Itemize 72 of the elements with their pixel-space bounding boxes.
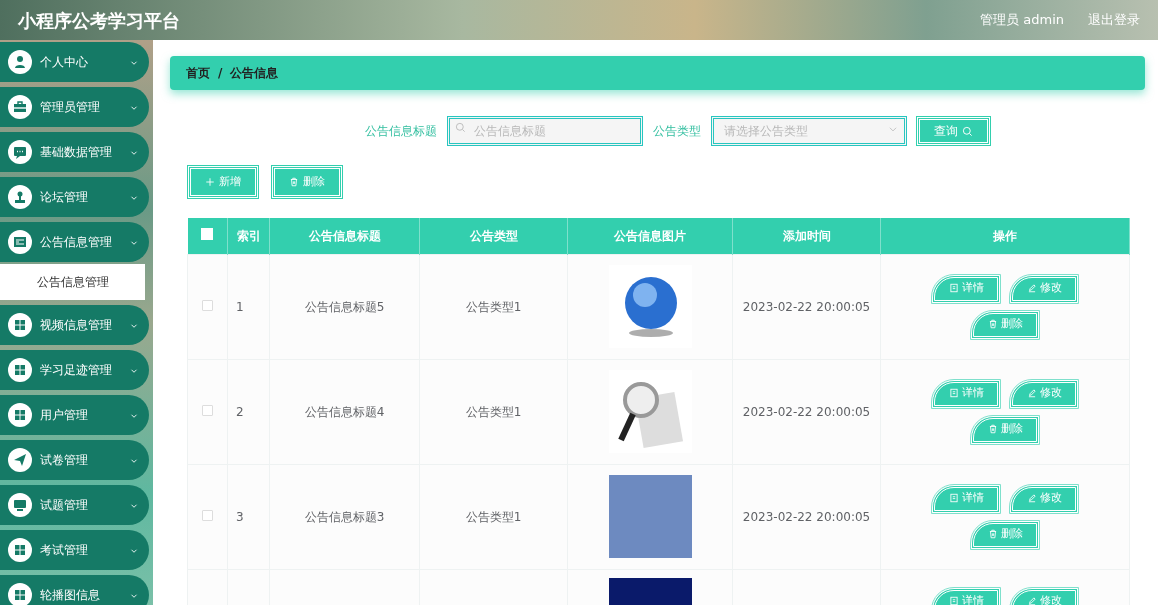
sidebar-item[interactable]: 基础数据管理 <box>0 132 149 172</box>
table-cell: 公告类型1 <box>465 299 522 314</box>
document-icon <box>948 596 959 605</box>
grid-icon <box>12 362 28 378</box>
table-cell: 2023-02-22 20:00:05 <box>742 299 871 314</box>
select-all-checkbox[interactable] <box>201 227 214 240</box>
app-title: 小程序公考学习平台 <box>18 8 180 33</box>
grid-icon <box>12 407 28 423</box>
sidebar-item[interactable]: 考试管理 <box>0 530 149 570</box>
column-header: 公告信息图片 <box>567 218 733 254</box>
document-icon <box>948 283 959 294</box>
sidebar-item[interactable]: 用户管理 <box>0 395 149 435</box>
sidebar-item[interactable]: 管理员管理 <box>0 87 149 127</box>
sidebar-item[interactable]: 试卷管理 <box>0 440 149 480</box>
sidebar-item[interactable]: 学习足迹管理 <box>0 350 149 390</box>
sidebar-item[interactable]: 轮播图信息 <box>0 575 149 605</box>
column-header: 索引 <box>227 218 270 254</box>
table-cell: 公告类型1 <box>465 404 522 419</box>
trash-icon <box>987 529 998 540</box>
trash-icon <box>289 176 299 187</box>
grid-icon <box>12 587 28 603</box>
sidebar-item[interactable]: 个人中心 <box>0 42 149 82</box>
sidebar-item[interactable]: 试题管理 <box>0 485 149 525</box>
trash-icon <box>987 424 998 435</box>
sidebar-item[interactable]: 视频信息管理 <box>0 305 149 345</box>
search-icon <box>455 122 466 133</box>
row-checkbox[interactable] <box>202 404 213 416</box>
briefcase-icon <box>12 99 28 115</box>
table-cell: 公告信息标题3 <box>304 509 385 524</box>
chat-icon <box>12 144 28 160</box>
monitor-icon <box>12 497 28 513</box>
table-cell: 公告类型1 <box>465 509 522 524</box>
pencil-icon <box>1026 283 1037 294</box>
pencil-icon <box>1026 493 1037 504</box>
sidebar-item[interactable]: 公告信息管理 <box>0 222 149 262</box>
column-header: 公告类型 <box>419 218 568 254</box>
document-icon <box>948 388 959 399</box>
pencil-icon <box>1026 596 1037 605</box>
breadcrumb-separator: / <box>218 65 223 82</box>
document-icon <box>948 493 959 504</box>
field-label: 公告类型 <box>653 123 701 140</box>
table-cell: 公告信息标题5 <box>304 299 385 314</box>
stamp-icon <box>12 189 28 205</box>
row-checkbox[interactable] <box>202 299 213 311</box>
column-header: 添加时间 <box>732 218 881 254</box>
table-cell: 2023-02-22 20:00:05 <box>742 509 871 524</box>
table-cell: 公告信息标题4 <box>304 404 385 419</box>
paper-plane-icon <box>12 452 28 468</box>
breadcrumb-item[interactable]: 公告信息 <box>230 64 279 82</box>
list-icon <box>12 234 28 250</box>
breadcrumb-item[interactable]: 首页 <box>186 64 210 82</box>
grid-icon <box>12 542 28 558</box>
plus-icon <box>205 176 215 187</box>
sidebar-item[interactable]: 论坛管理 <box>0 177 149 217</box>
user-label: 管理员 admin <box>980 11 1064 30</box>
table-cell: 2 <box>236 404 244 419</box>
row-checkbox[interactable] <box>202 509 213 521</box>
trash-icon <box>987 319 998 330</box>
type-select[interactable]: 请选择公告类型 <box>711 116 907 146</box>
table-cell: 2023-02-22 20:00:05 <box>742 404 871 419</box>
search-field[interactable]: 公告信息标题 <box>447 116 643 146</box>
pencil-icon <box>1026 388 1037 399</box>
field-label: 公告信息标题 <box>365 123 437 140</box>
table-cell: 3 <box>236 509 244 524</box>
submenu-item[interactable]: 公告信息管理 <box>0 264 145 300</box>
column-header: 公告信息标题 <box>269 218 420 254</box>
search-icon <box>962 126 973 137</box>
user-icon <box>12 54 28 70</box>
column-header: 操作 <box>880 218 1130 254</box>
table-cell: 1 <box>236 299 244 314</box>
chevron-down-icon <box>888 124 898 134</box>
grid-icon <box>12 317 28 333</box>
